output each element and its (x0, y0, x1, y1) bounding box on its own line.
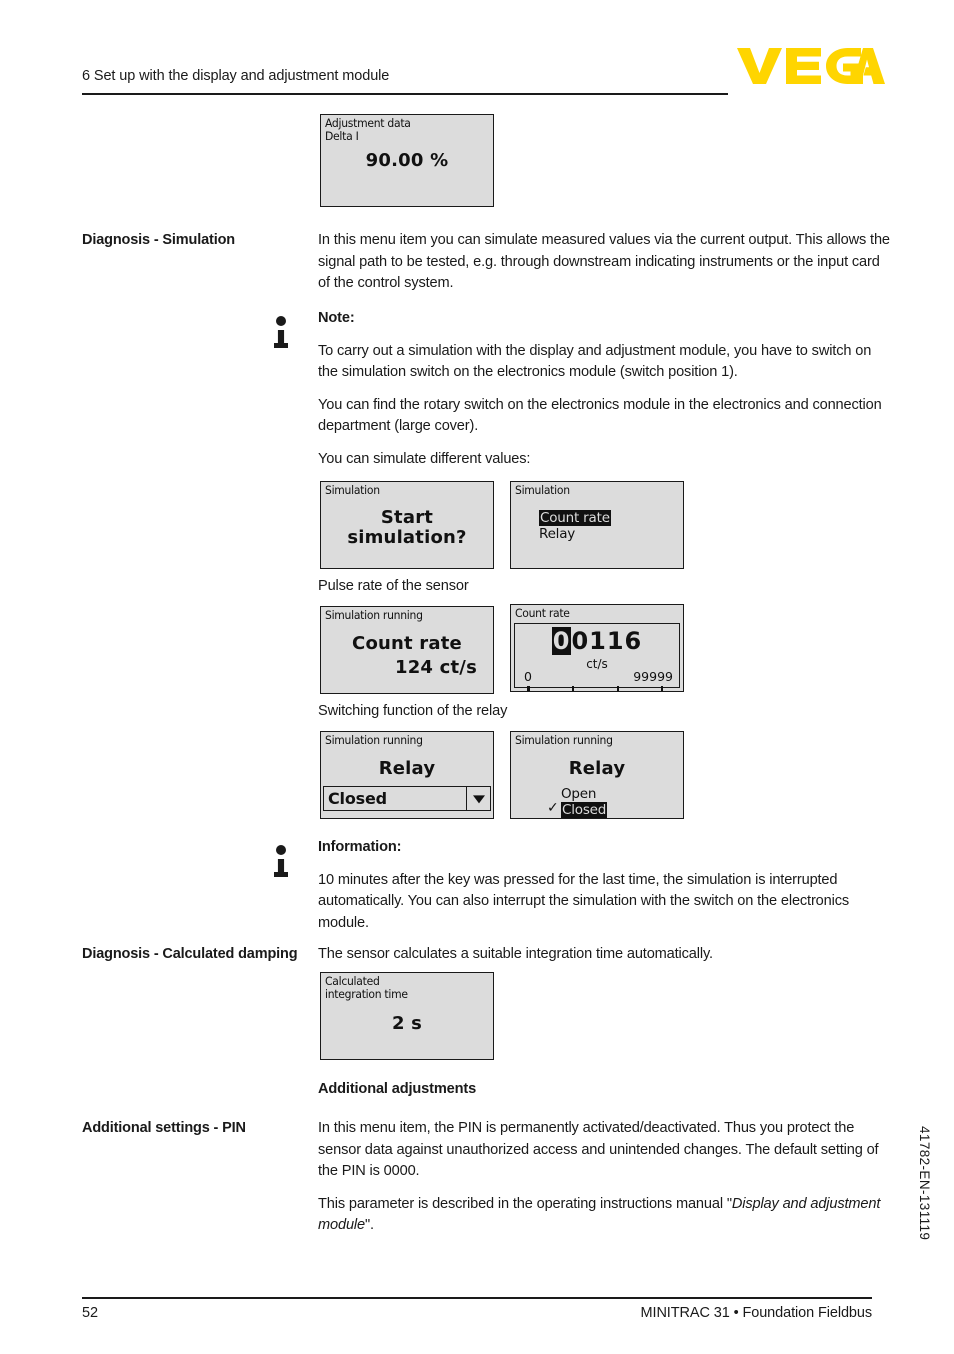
editor-digits-rest[interactable]: 0116 (571, 627, 642, 655)
lcd-title: Simulation (325, 483, 380, 497)
footer-page-number: 52 (82, 1305, 98, 1321)
paragraph-2: This parameter is described in the opera… (318, 1194, 890, 1237)
lcd-value: 2 s (391, 1013, 423, 1034)
scale-tick (527, 686, 530, 691)
lcd-heading: Relay (568, 758, 626, 779)
footer-divider (82, 1297, 872, 1299)
lcd-line-2: 124 ct/s (394, 657, 477, 678)
editor-digit-selected[interactable]: 0 (551, 627, 572, 655)
additional-adjustments-heading: Additional adjustments (318, 1081, 477, 1097)
relay-option-closed[interactable]: Closed (561, 802, 608, 818)
footer-product-name: MINITRAC 31 • Foundation Fieldbus (640, 1305, 873, 1321)
editor-scale-max: 99999 (633, 669, 673, 684)
lcd-line-1: Count rate (352, 633, 462, 654)
menu-item-relay[interactable]: Relay (539, 526, 611, 542)
icon-dot (276, 845, 286, 855)
page-header: 6 Set up with the display and adjustment… (82, 48, 885, 108)
section-label-diagnosis-simulation: Diagnosis - Simulation (82, 232, 235, 248)
lcd-heading: Relay (378, 758, 436, 779)
caption-switching-relay: Switching function of the relay (318, 703, 508, 719)
editor-frame: 00116 ct/s 0 99999 (514, 623, 680, 691)
checkmark-icon: ✓ (547, 800, 559, 816)
lcd-title: Count rate (515, 606, 570, 620)
lcd-title: Simulation running (325, 608, 423, 622)
information-block: Information: 10 minutes after the key wa… (318, 837, 890, 934)
scale-bar (527, 692, 663, 693)
section-body-additional-settings-pin: In this menu item, the PIN is permanentl… (318, 1118, 890, 1237)
scale-tick (660, 686, 663, 691)
lcd-value: 90.00 % (365, 150, 449, 171)
menu-item-count-rate[interactable]: Count rate (539, 510, 611, 526)
lcd-simulation-running-relay-list: Simulation running Relay Open Closed ✓ (510, 731, 684, 819)
note-info-icon (272, 316, 294, 360)
lcd-menu-list: Count rate Relay (539, 510, 611, 542)
relay-state-dropdown[interactable]: Closed (323, 786, 491, 811)
lcd-calculated-integration-time: Calculated integration time 2 s (320, 972, 494, 1060)
editor-digits[interactable]: 00116 (515, 627, 679, 655)
relay-option-open[interactable]: Open (561, 786, 607, 802)
document-number: 41782-EN-131119 (917, 1126, 932, 1241)
lcd-simulation-running-relay-combo: Simulation running Relay Closed (320, 731, 494, 819)
header-divider (82, 93, 728, 95)
note-paragraph-1: To carry out a simulation with the displ… (318, 342, 872, 381)
lcd-line-2: simulation? (347, 527, 467, 548)
scale-tick (616, 686, 620, 691)
note-paragraph-3: You can simulate different values: (318, 450, 531, 467)
icon-i-body (274, 859, 288, 877)
paragraph-2-prefix: This parameter is described in the opera… (318, 1195, 732, 1212)
relay-state-value: Closed (328, 789, 387, 808)
icon-dot (276, 316, 286, 326)
section-body-diagnosis-simulation: In this menu item you can simulate measu… (318, 230, 890, 295)
lcd-adjustment-data: Adjustment data Delta I 90.00 % (320, 114, 494, 207)
lcd-count-rate-editor: Count rate 00116 ct/s 0 99999 (510, 604, 684, 692)
chevron-down-icon[interactable] (466, 787, 490, 810)
note-paragraph-2: You can find the rotary switch on the el… (318, 396, 882, 435)
lcd-title: Simulation (515, 483, 570, 497)
page-header-title: 6 Set up with the display and adjustment… (82, 68, 390, 84)
lcd-simulation-menu: Simulation Count rate Relay (510, 481, 684, 569)
caption-pulse-rate: Pulse rate of the sensor (318, 578, 469, 594)
paragraph-1: In this menu item, the PIN is permanentl… (318, 1120, 879, 1179)
information-paragraph: 10 minutes after the key was pressed for… (318, 871, 849, 931)
note-block: Note: To carry out a simulation with the… (318, 308, 890, 470)
editor-scale (527, 686, 663, 693)
relay-option-list: Open Closed (561, 786, 608, 818)
paragraph: In this menu item you can simulate measu… (318, 232, 890, 291)
section-label-diagnosis-damping: Diagnosis - Calculated damping (82, 946, 298, 962)
icon-i-body (274, 330, 288, 348)
lcd-title: Calculated integration time (325, 974, 408, 1001)
lcd-simulation-running-count-rate: Simulation running Count rate 124 ct/s (320, 606, 494, 694)
lcd-start-simulation: Simulation Start simulation? (320, 481, 494, 569)
lcd-title: Simulation running (515, 733, 613, 747)
section-body-diagnosis-damping: The sensor calculates a suitable integra… (318, 944, 890, 966)
lcd-title: Adjustment data Delta I (325, 116, 411, 143)
information-heading: Information: (318, 839, 402, 855)
paragraph-2-suffix: ". (364, 1217, 374, 1233)
note-heading: Note: (318, 310, 355, 326)
editor-scale-min: 0 (524, 669, 532, 684)
lcd-line-1: Start (380, 507, 434, 528)
paragraph: The sensor calculates a suitable integra… (318, 946, 713, 962)
lcd-title: Simulation running (325, 733, 423, 747)
section-label-additional-settings-pin: Additional settings - PIN (82, 1120, 246, 1136)
vega-logo (737, 48, 885, 84)
scale-tick (571, 686, 575, 691)
information-icon (272, 845, 294, 889)
